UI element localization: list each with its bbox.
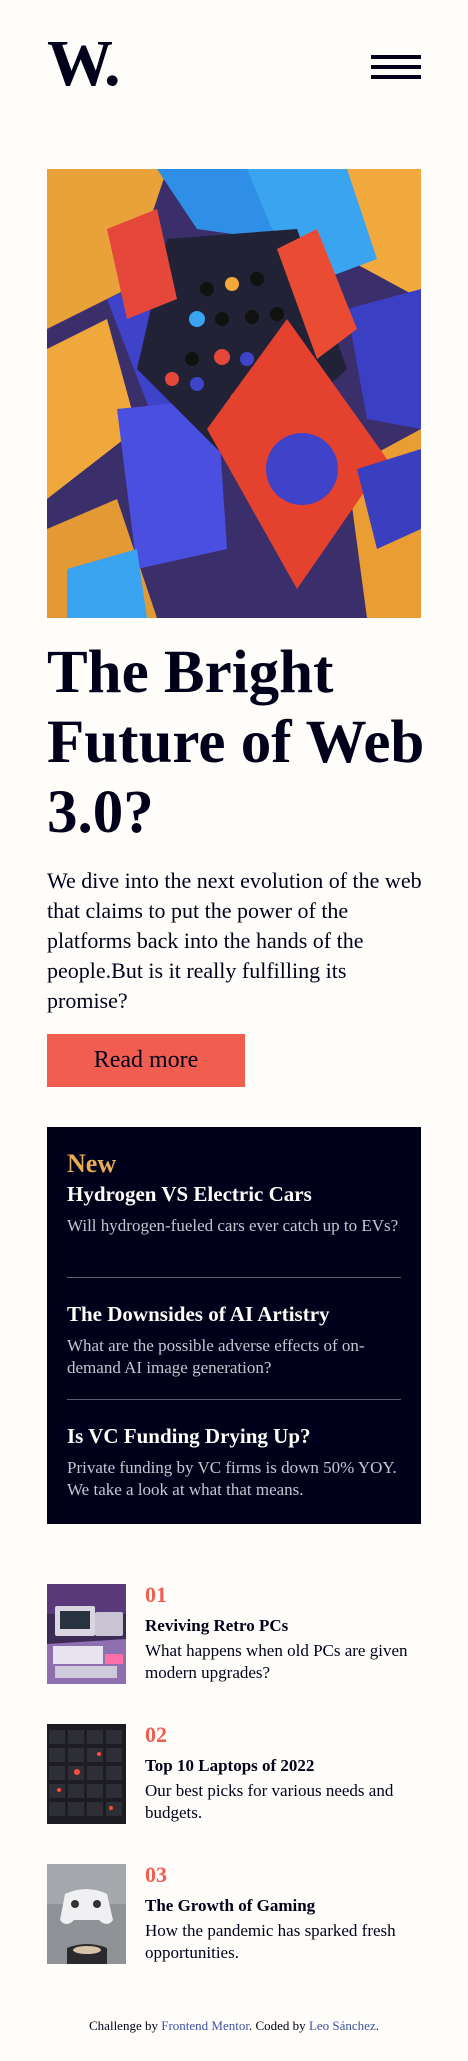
new-item-desc: Private funding by VC firms is down 50% … xyxy=(67,1458,397,1499)
footer-prefix: Challenge by xyxy=(89,2018,162,2033)
article-number: 01 xyxy=(145,1582,167,1607)
new-item-desc: What are the possible adverse effects of… xyxy=(67,1336,365,1377)
list-item: 02 Top 10 Laptops of 2022 Our best picks… xyxy=(47,1722,427,1824)
retro-pc-image xyxy=(47,1584,126,1684)
article-number: 03 xyxy=(145,1862,167,1887)
list-item: 03 The Growth of Gaming How the pandemic… xyxy=(47,1862,427,1964)
game-controller-image xyxy=(47,1864,126,1964)
hero-image xyxy=(47,169,421,618)
new-articles-panel: New Hydrogen VS Electric Cars Will hydro… xyxy=(47,1127,421,1524)
new-item: The Downsides of AI Artistry What are th… xyxy=(67,1301,401,1379)
article-title[interactable]: The Growth of Gaming xyxy=(145,1896,435,1916)
frontend-mentor-link[interactable]: Frontend Mentor xyxy=(161,2018,249,2033)
site-logo[interactable]: W. xyxy=(47,31,120,97)
new-item-title[interactable]: Is VC Funding Drying Up? xyxy=(67,1423,401,1449)
hero-description: We dive into the next evolution of the w… xyxy=(47,868,422,1013)
new-item-title[interactable]: Hydrogen VS Electric Cars xyxy=(67,1181,401,1207)
article-title[interactable]: Top 10 Laptops of 2022 xyxy=(145,1756,435,1776)
new-heading: New xyxy=(67,1149,117,1178)
divider xyxy=(67,1399,401,1400)
divider xyxy=(67,1277,401,1278)
page: W. The Bright Future of Web 3.0? We dive… xyxy=(0,0,468,2061)
new-item: Hydrogen VS Electric Cars Will hydrogen-… xyxy=(67,1181,401,1237)
abstract-3d-shapes-image xyxy=(47,169,421,618)
article-desc: How the pandemic has sparked fresh oppor… xyxy=(145,1921,396,1962)
article-desc: Our best picks for various needs and bud… xyxy=(145,1781,394,1822)
new-item-desc: Will hydrogen-fueled cars ever catch up … xyxy=(67,1216,399,1235)
hamburger-menu-icon[interactable] xyxy=(371,55,421,79)
laptop-keyboard-image xyxy=(47,1724,126,1824)
article-title[interactable]: Reviving Retro PCs xyxy=(145,1616,435,1636)
article-desc: What happens when old PCs are given mode… xyxy=(145,1641,408,1682)
new-item-title[interactable]: The Downsides of AI Artistry xyxy=(67,1301,401,1327)
footer-suffix: . xyxy=(375,2018,379,2033)
article-number: 02 xyxy=(145,1722,167,1747)
author-link[interactable]: Leo Sánchez xyxy=(309,2018,376,2033)
list-item: 01 Reviving Retro PCs What happens when … xyxy=(47,1582,427,1684)
footer-middle: . Coded by xyxy=(248,2018,309,2033)
footer: Challenge by Frontend Mentor. Coded by L… xyxy=(0,2018,468,2034)
hero-title: The Bright Future of Web 3.0? xyxy=(47,639,425,846)
new-item: Is VC Funding Drying Up? Private funding… xyxy=(67,1423,401,1501)
read-more-button[interactable]: Read more xyxy=(47,1034,245,1087)
